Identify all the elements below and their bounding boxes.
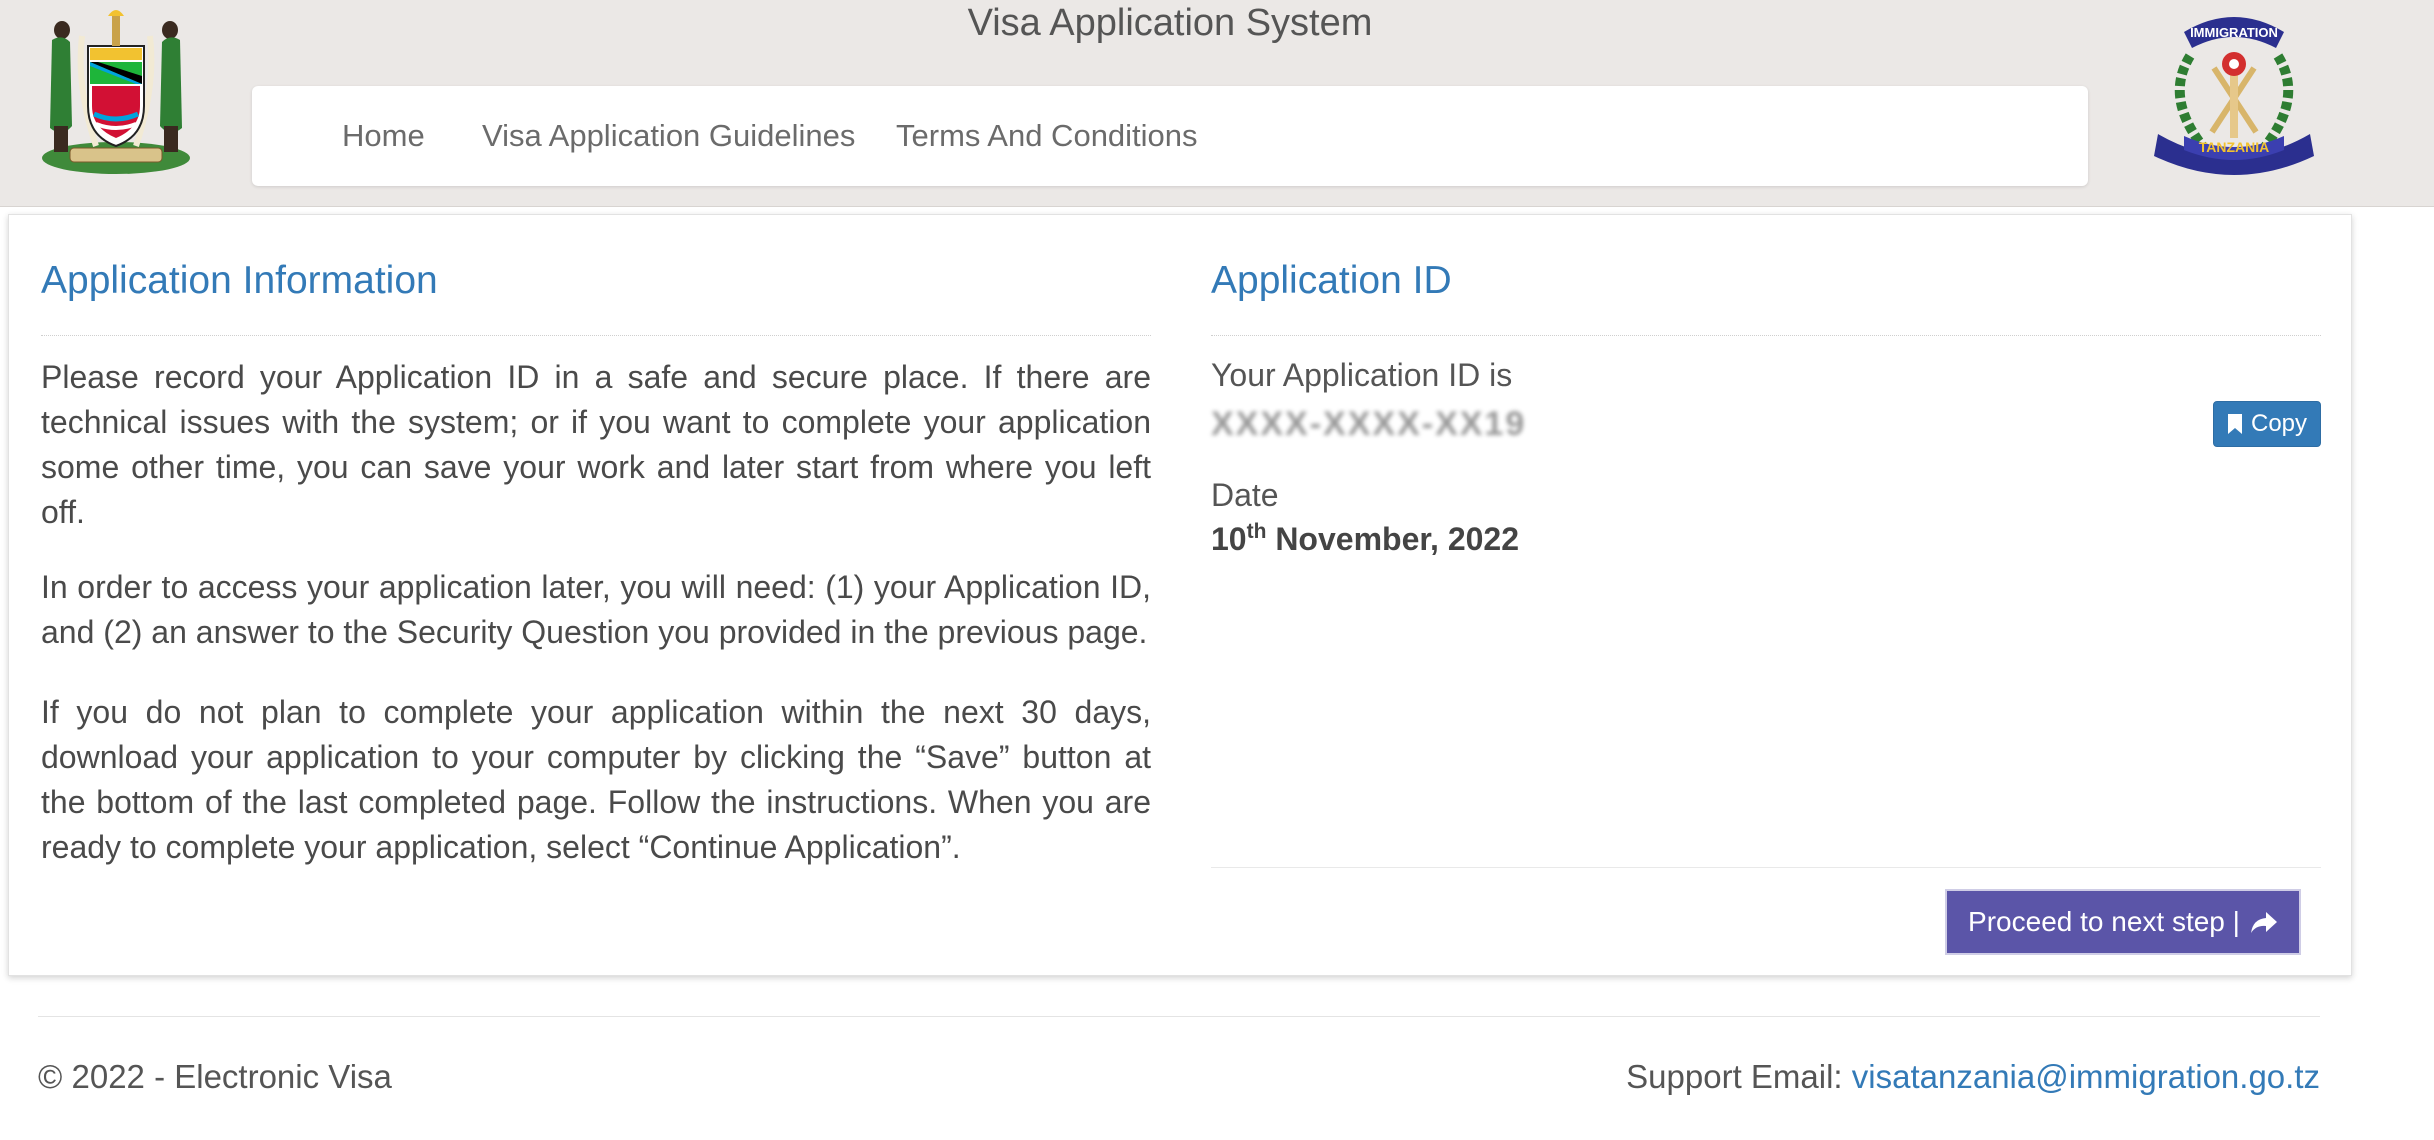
emblem-top-text: IMMIGRATION bbox=[2190, 25, 2278, 40]
copy-button-label: Copy bbox=[2250, 410, 2308, 437]
date-rest: November, 2022 bbox=[1266, 521, 1520, 557]
site-title: Visa Application System bbox=[967, 2, 1373, 44]
application-information-title: Application Information bbox=[41, 259, 438, 302]
nav-link-terms-and-conditions[interactable]: Terms And Conditions bbox=[896, 86, 1198, 186]
support-email-label: Support Email: bbox=[1626, 1058, 1852, 1095]
site-header: Visa Application System Home Visa Applic… bbox=[0, 0, 2434, 207]
application-card: Application Information Please record yo… bbox=[8, 214, 2352, 976]
application-id-value[interactable]: XXXX-XXXX-XX19 bbox=[1211, 405, 1524, 445]
action-divider bbox=[1211, 867, 2321, 868]
proceed-to-next-step-button[interactable]: Proceed to next step | bbox=[1945, 889, 2301, 955]
nav-link-home[interactable]: Home bbox=[342, 86, 425, 186]
copy-button[interactable]: Copy bbox=[2213, 401, 2321, 447]
info-paragraph-1: Please record your Application ID in a s… bbox=[41, 359, 1151, 530]
date-label: Date bbox=[1211, 477, 1279, 513]
emblem-bottom-text: TANZANIA bbox=[2199, 139, 2270, 155]
application-id-label: Your Application ID is bbox=[1211, 357, 1513, 393]
date-day: 10 bbox=[1211, 521, 1247, 557]
immigration-tanzania-emblem-icon[interactable]: IMMIGRATION TANZANIA bbox=[2144, 8, 2324, 178]
footer-support: Support Email: visatanzania@immigration.… bbox=[1626, 1058, 2320, 1096]
nav-link-visa-application-guidelines[interactable]: Visa Application Guidelines bbox=[482, 86, 855, 186]
application-id-title: Application ID bbox=[1211, 259, 1452, 302]
section-divider bbox=[1211, 335, 2321, 336]
info-paragraph-3: If you do not plan to complete your appl… bbox=[41, 694, 1151, 865]
date-suffix: th bbox=[1246, 520, 1267, 543]
info-paragraph-2: In order to access your application late… bbox=[41, 569, 1151, 650]
bookmark-icon bbox=[2227, 413, 2243, 435]
share-icon bbox=[2250, 910, 2278, 934]
proceed-button-label: Proceed to next step | bbox=[1968, 906, 2240, 937]
support-email-link[interactable]: visatanzania@immigration.go.tz bbox=[1852, 1058, 2320, 1095]
section-divider bbox=[41, 335, 1151, 336]
main-navigation: Home Visa Application Guidelines Terms A… bbox=[252, 86, 2088, 186]
footer-copyright: © 2022 - Electronic Visa bbox=[38, 1058, 392, 1095]
application-id-text: XXXX-XXXX-XX19 bbox=[1211, 405, 1527, 443]
date-value: 10th November, 2022 bbox=[1211, 521, 1519, 558]
footer-divider bbox=[38, 1016, 2320, 1017]
